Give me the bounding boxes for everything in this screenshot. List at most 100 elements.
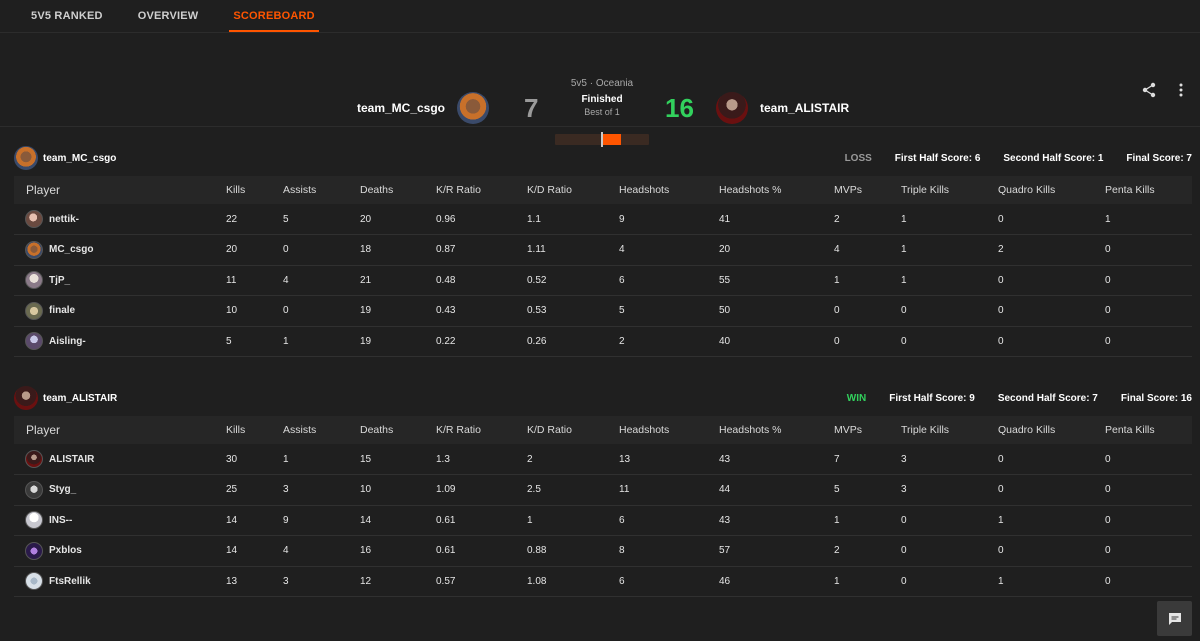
player-link[interactable]: Aisling- xyxy=(25,332,226,351)
player-cell: nettik- xyxy=(14,204,226,235)
player-link[interactable]: FtsRellik xyxy=(25,572,226,591)
team-avatar xyxy=(14,146,38,170)
column-header[interactable]: Headshots xyxy=(619,416,719,444)
stat-cell: 19 xyxy=(360,305,372,317)
stat-cell: 5 xyxy=(834,484,840,496)
player-link[interactable]: TjP_ xyxy=(25,271,226,290)
table-row: Styg_ 25 3 10 1.09 2.5 11 44 5 3 0 0 xyxy=(14,475,1192,505)
stat-cell: 11 xyxy=(226,274,237,286)
match-info: 5v5 · Oceania Finished Best of 1 xyxy=(540,78,664,117)
stat-cell: 2 xyxy=(834,213,840,225)
tab-scoreboard[interactable]: SCOREBOARD xyxy=(229,0,320,33)
stat-cell: 0 xyxy=(1105,545,1111,557)
team-name-text: team_ALISTAIR xyxy=(43,392,118,404)
stat-cell: 11 xyxy=(619,484,630,496)
column-header[interactable]: Triple Kills xyxy=(901,176,998,204)
stat-cell: 2 xyxy=(527,453,533,465)
scoreboard-table: Player Kills Assists Deaths K/R Ratio K/D Rat… xyxy=(14,416,1192,597)
stat-cell: 1.1 xyxy=(527,213,541,225)
header-team-right[interactable]: team_ALISTAIR xyxy=(716,92,849,124)
team-name[interactable]: team_MC_csgo xyxy=(14,146,116,170)
stat-cell: 0 xyxy=(1105,514,1111,526)
share-icon[interactable] xyxy=(1141,82,1157,98)
stat-cell: 0 xyxy=(901,305,907,317)
score-right: 16 xyxy=(665,93,694,123)
column-header[interactable]: Headshots % xyxy=(719,416,834,444)
column-header[interactable]: K/D Ratio xyxy=(527,416,619,444)
column-header[interactable]: Player xyxy=(14,416,226,444)
column-header[interactable]: Kills xyxy=(226,416,283,444)
column-header[interactable]: MVPs xyxy=(834,416,901,444)
table-row: TjP_ 11 4 21 0.48 0.52 6 55 1 1 0 0 xyxy=(14,265,1192,296)
player-link[interactable]: Styg_ xyxy=(25,480,226,499)
stat-cell: 14 xyxy=(360,514,372,526)
column-header[interactable]: Penta Kills xyxy=(1105,176,1192,204)
header-team-right-name: team_ALISTAIR xyxy=(760,101,850,115)
top-nav: 5V5 RANKED OVERVIEW SCOREBOARD xyxy=(0,0,1200,33)
column-header[interactable]: Kills xyxy=(226,176,283,204)
player-link[interactable]: finale xyxy=(25,301,226,320)
stat-cell: 0.96 xyxy=(436,213,456,225)
team-result: LOSS xyxy=(844,152,872,164)
column-header[interactable]: Player xyxy=(14,176,226,204)
team-name[interactable]: team_ALISTAIR xyxy=(14,386,117,410)
tab-overview[interactable]: OVERVIEW xyxy=(138,0,199,33)
player-link[interactable]: nettik- xyxy=(25,210,226,228)
column-header[interactable]: Triple Kills xyxy=(901,416,998,444)
column-header[interactable]: Deaths xyxy=(360,416,436,444)
table-row: ALISTAIR 30 1 15 1.3 2 13 43 7 3 0 0 xyxy=(14,444,1192,475)
header-team-left-avatar xyxy=(457,92,489,124)
player-link[interactable]: INS-- xyxy=(25,511,226,530)
column-header[interactable]: K/D Ratio xyxy=(527,176,619,204)
stat-cell: 46 xyxy=(719,575,731,587)
column-header[interactable]: Headshots % xyxy=(719,176,834,204)
column-header[interactable]: Headshots xyxy=(619,176,719,204)
score-left: 7 xyxy=(524,93,539,123)
column-header[interactable]: K/R Ratio xyxy=(436,416,527,444)
stat-cell: 4 xyxy=(619,244,625,256)
player-name: MC_csgo xyxy=(49,244,94,256)
stat-cell: 1 xyxy=(998,514,1004,526)
column-header[interactable]: K/R Ratio xyxy=(436,176,527,204)
stat-cell: 0 xyxy=(1105,274,1111,286)
player-name: Pxblos xyxy=(49,545,82,557)
stat-cell: 0.43 xyxy=(436,305,456,317)
stat-cell: 0 xyxy=(283,244,289,256)
player-name: Aisling- xyxy=(49,335,86,347)
column-header[interactable]: Assists xyxy=(283,416,360,444)
stat-cell: 19 xyxy=(360,335,372,347)
match-status: Finished xyxy=(581,94,623,105)
player-name: nettik- xyxy=(49,213,79,225)
stat-cell: 15 xyxy=(360,453,372,465)
player-avatar xyxy=(25,210,43,228)
player-link[interactable]: Pxblos xyxy=(25,541,226,560)
chat-icon[interactable] xyxy=(1157,601,1192,636)
stat-cell: 1.08 xyxy=(527,575,547,587)
stat-cell: 0 xyxy=(998,545,1004,557)
column-header[interactable]: MVPs xyxy=(834,176,901,204)
table-row: MC_csgo 20 0 18 0.87 1.11 4 20 4 1 2 0 xyxy=(14,235,1192,265)
stat-cell: 5 xyxy=(619,305,625,317)
tab-5v5-ranked[interactable]: 5V5 RANKED xyxy=(31,0,103,33)
first-half-score: First Half Score: 6 xyxy=(894,152,981,164)
player-link[interactable]: MC_csgo xyxy=(25,240,226,259)
column-header[interactable]: Penta Kills xyxy=(1105,416,1192,444)
more-vertical-icon[interactable] xyxy=(1173,82,1189,98)
stat-cell: 5 xyxy=(226,335,232,347)
second-half-score: Second Half Score: 1 xyxy=(1003,152,1104,164)
column-header[interactable]: Quadro Kills xyxy=(998,416,1105,444)
table-row: nettik- 22 5 20 0.96 1.1 9 41 2 1 0 1 xyxy=(14,204,1192,235)
column-header[interactable]: Quadro Kills xyxy=(998,176,1105,204)
stat-cell: 1.3 xyxy=(436,453,450,465)
stat-cell: 1 xyxy=(283,453,289,465)
header-team-left[interactable]: team_MC_csgo xyxy=(357,92,489,124)
column-header[interactable]: Deaths xyxy=(360,176,436,204)
stat-cell: 20 xyxy=(360,213,372,225)
player-link[interactable]: ALISTAIR xyxy=(25,450,226,468)
stat-cell: 0 xyxy=(901,514,907,526)
column-header[interactable]: Assists xyxy=(283,176,360,204)
stat-cell: 5 xyxy=(283,213,289,225)
player-avatar xyxy=(25,450,43,468)
stat-cell: 0 xyxy=(1105,244,1111,256)
stat-cell: 16 xyxy=(360,545,372,557)
